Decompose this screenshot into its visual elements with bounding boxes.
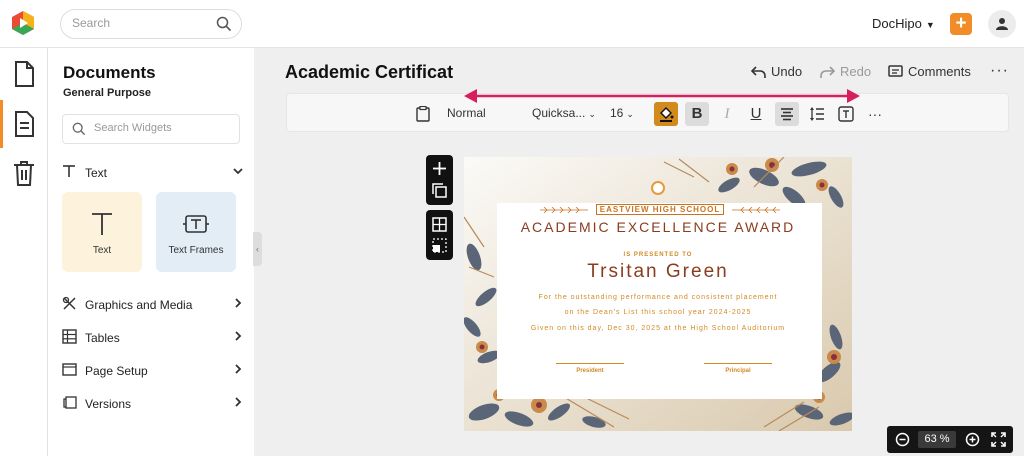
chevron-right-icon bbox=[235, 364, 242, 374]
comment-icon bbox=[888, 65, 903, 77]
text-widget-card[interactable]: Text bbox=[62, 192, 142, 272]
certificate-canvas[interactable]: EASTVIEW HIGH SCHOOL ACADEMIC EXCELLENCE… bbox=[464, 157, 852, 431]
page-tools-top bbox=[426, 155, 453, 205]
account-menu[interactable]: DocHipo ▼ bbox=[872, 16, 935, 31]
user-icon bbox=[996, 18, 1008, 30]
widget-search[interactable] bbox=[62, 114, 240, 144]
redo-button[interactable]: Redo bbox=[820, 64, 871, 79]
redo-icon bbox=[820, 66, 836, 78]
presented-to-text[interactable]: IS PRESENTED TO bbox=[464, 252, 852, 258]
line-spacing-icon bbox=[810, 107, 824, 121]
section-label: Tables bbox=[85, 331, 120, 345]
section-label: Page Setup bbox=[85, 364, 148, 378]
toolbar-more-button[interactable]: ··· bbox=[863, 102, 887, 126]
grid-icon[interactable] bbox=[432, 217, 447, 232]
create-button[interactable]: + bbox=[950, 13, 972, 35]
document-icon[interactable] bbox=[12, 60, 36, 88]
undo-label: Undo bbox=[771, 64, 803, 79]
user-avatar[interactable] bbox=[988, 10, 1016, 38]
text-style-value: Normal bbox=[447, 106, 486, 120]
card-label: Text Frames bbox=[168, 245, 224, 256]
text-section-header[interactable]: Text bbox=[62, 161, 244, 183]
chevron-right-icon bbox=[235, 331, 242, 341]
search-input[interactable] bbox=[72, 16, 212, 30]
widget-panel: Documents General Purpose Text Text Text… bbox=[48, 48, 254, 456]
graphics-media-section[interactable]: Graphics and Media bbox=[62, 293, 244, 315]
chevron-down-icon: ⌄ bbox=[588, 109, 596, 119]
fullscreen-icon[interactable] bbox=[991, 432, 1006, 447]
versions-section[interactable]: Versions bbox=[62, 392, 244, 414]
section-label: Versions bbox=[85, 397, 132, 411]
chevron-right-icon bbox=[235, 298, 242, 308]
font-size-value: 16 bbox=[610, 106, 624, 120]
laurel-right-icon bbox=[732, 207, 780, 213]
signature-line-left bbox=[556, 363, 624, 364]
undo-icon bbox=[750, 66, 766, 78]
zoom-value: 63 bbox=[924, 433, 937, 445]
zoom-in-icon[interactable] bbox=[965, 432, 980, 447]
citation-line-2[interactable]: on the Dean's List this school year 2024… bbox=[464, 309, 852, 316]
shapes-icon bbox=[62, 296, 76, 310]
signature-principal[interactable]: Principal bbox=[704, 368, 772, 374]
text-frame-icon bbox=[183, 215, 209, 233]
add-page-icon[interactable] bbox=[432, 161, 447, 176]
text-icon bbox=[63, 165, 75, 177]
zoom-unit: % bbox=[939, 433, 950, 445]
page-setup-section[interactable]: Page Setup bbox=[62, 359, 244, 381]
text-frames-widget-card[interactable]: Text Frames bbox=[156, 192, 236, 272]
double-arrow-annotation bbox=[464, 89, 860, 103]
duplicate-page-icon[interactable] bbox=[432, 183, 447, 198]
page-setup-icon bbox=[62, 363, 77, 376]
account-label: DocHipo bbox=[872, 16, 922, 31]
global-search[interactable] bbox=[60, 9, 242, 39]
award-title[interactable]: ACADEMIC EXCELLENCE AWARD bbox=[464, 219, 852, 235]
table-icon bbox=[62, 329, 77, 344]
panel-subtitle: General Purpose bbox=[63, 87, 152, 99]
widget-search-input[interactable] bbox=[94, 122, 224, 134]
text-box-icon bbox=[838, 106, 854, 122]
page-icon[interactable] bbox=[12, 110, 36, 138]
citation-line-3[interactable]: Given on this day, Dec 30, 2025 at the H… bbox=[464, 325, 852, 332]
citation-line-1[interactable]: For the outstanding performance and cons… bbox=[464, 294, 852, 301]
recipient-name[interactable]: Trsitan Green bbox=[464, 261, 852, 283]
signature-line-right bbox=[704, 363, 772, 364]
select-area-icon[interactable] bbox=[432, 238, 447, 253]
trash-icon[interactable] bbox=[12, 159, 36, 187]
icon-rail bbox=[0, 48, 48, 456]
top-bar: DocHipo▼ + bbox=[0, 0, 1024, 48]
comments-button[interactable]: Comments bbox=[888, 64, 971, 79]
section-label: Graphics and Media bbox=[85, 298, 193, 312]
document-title[interactable]: Academic Certificat bbox=[285, 62, 455, 83]
panel-collapse-handle[interactable]: ‹ bbox=[253, 232, 262, 266]
align-center-icon bbox=[781, 108, 793, 121]
chevron-down-icon bbox=[233, 168, 243, 175]
text-icon bbox=[92, 213, 112, 235]
text-section-label: Text bbox=[85, 166, 108, 180]
comments-label: Comments bbox=[908, 64, 971, 79]
more-options-button[interactable]: ··· bbox=[990, 62, 1009, 80]
zoom-level[interactable]: 63% bbox=[918, 431, 956, 448]
panel-title: Documents bbox=[63, 63, 156, 82]
zoom-out-icon[interactable] bbox=[895, 432, 910, 447]
tables-section[interactable]: Tables bbox=[62, 326, 244, 348]
redo-label: Redo bbox=[840, 64, 872, 79]
versions-icon bbox=[63, 396, 77, 409]
search-icon[interactable] bbox=[216, 16, 232, 32]
chevron-right-icon bbox=[235, 397, 242, 407]
card-label: Text bbox=[92, 245, 112, 256]
paint-bucket-icon bbox=[660, 107, 674, 122]
seal-icon bbox=[651, 181, 665, 195]
chevron-down-icon: ⌄ bbox=[626, 109, 634, 119]
page-tools-bottom bbox=[426, 210, 453, 260]
chevron-down-icon: ▼ bbox=[925, 20, 935, 30]
signature-president[interactable]: President bbox=[556, 368, 624, 374]
font-family-value: Quicksa... bbox=[532, 106, 586, 120]
undo-button[interactable]: Undo bbox=[750, 64, 803, 79]
zoom-control: 63% bbox=[887, 426, 1013, 453]
active-indicator bbox=[0, 100, 3, 148]
search-icon bbox=[72, 122, 86, 136]
school-name-text: EASTVIEW HIGH SCHOOL bbox=[595, 204, 725, 215]
dochipo-logo[interactable] bbox=[10, 10, 36, 36]
clipboard-icon[interactable] bbox=[416, 106, 430, 122]
